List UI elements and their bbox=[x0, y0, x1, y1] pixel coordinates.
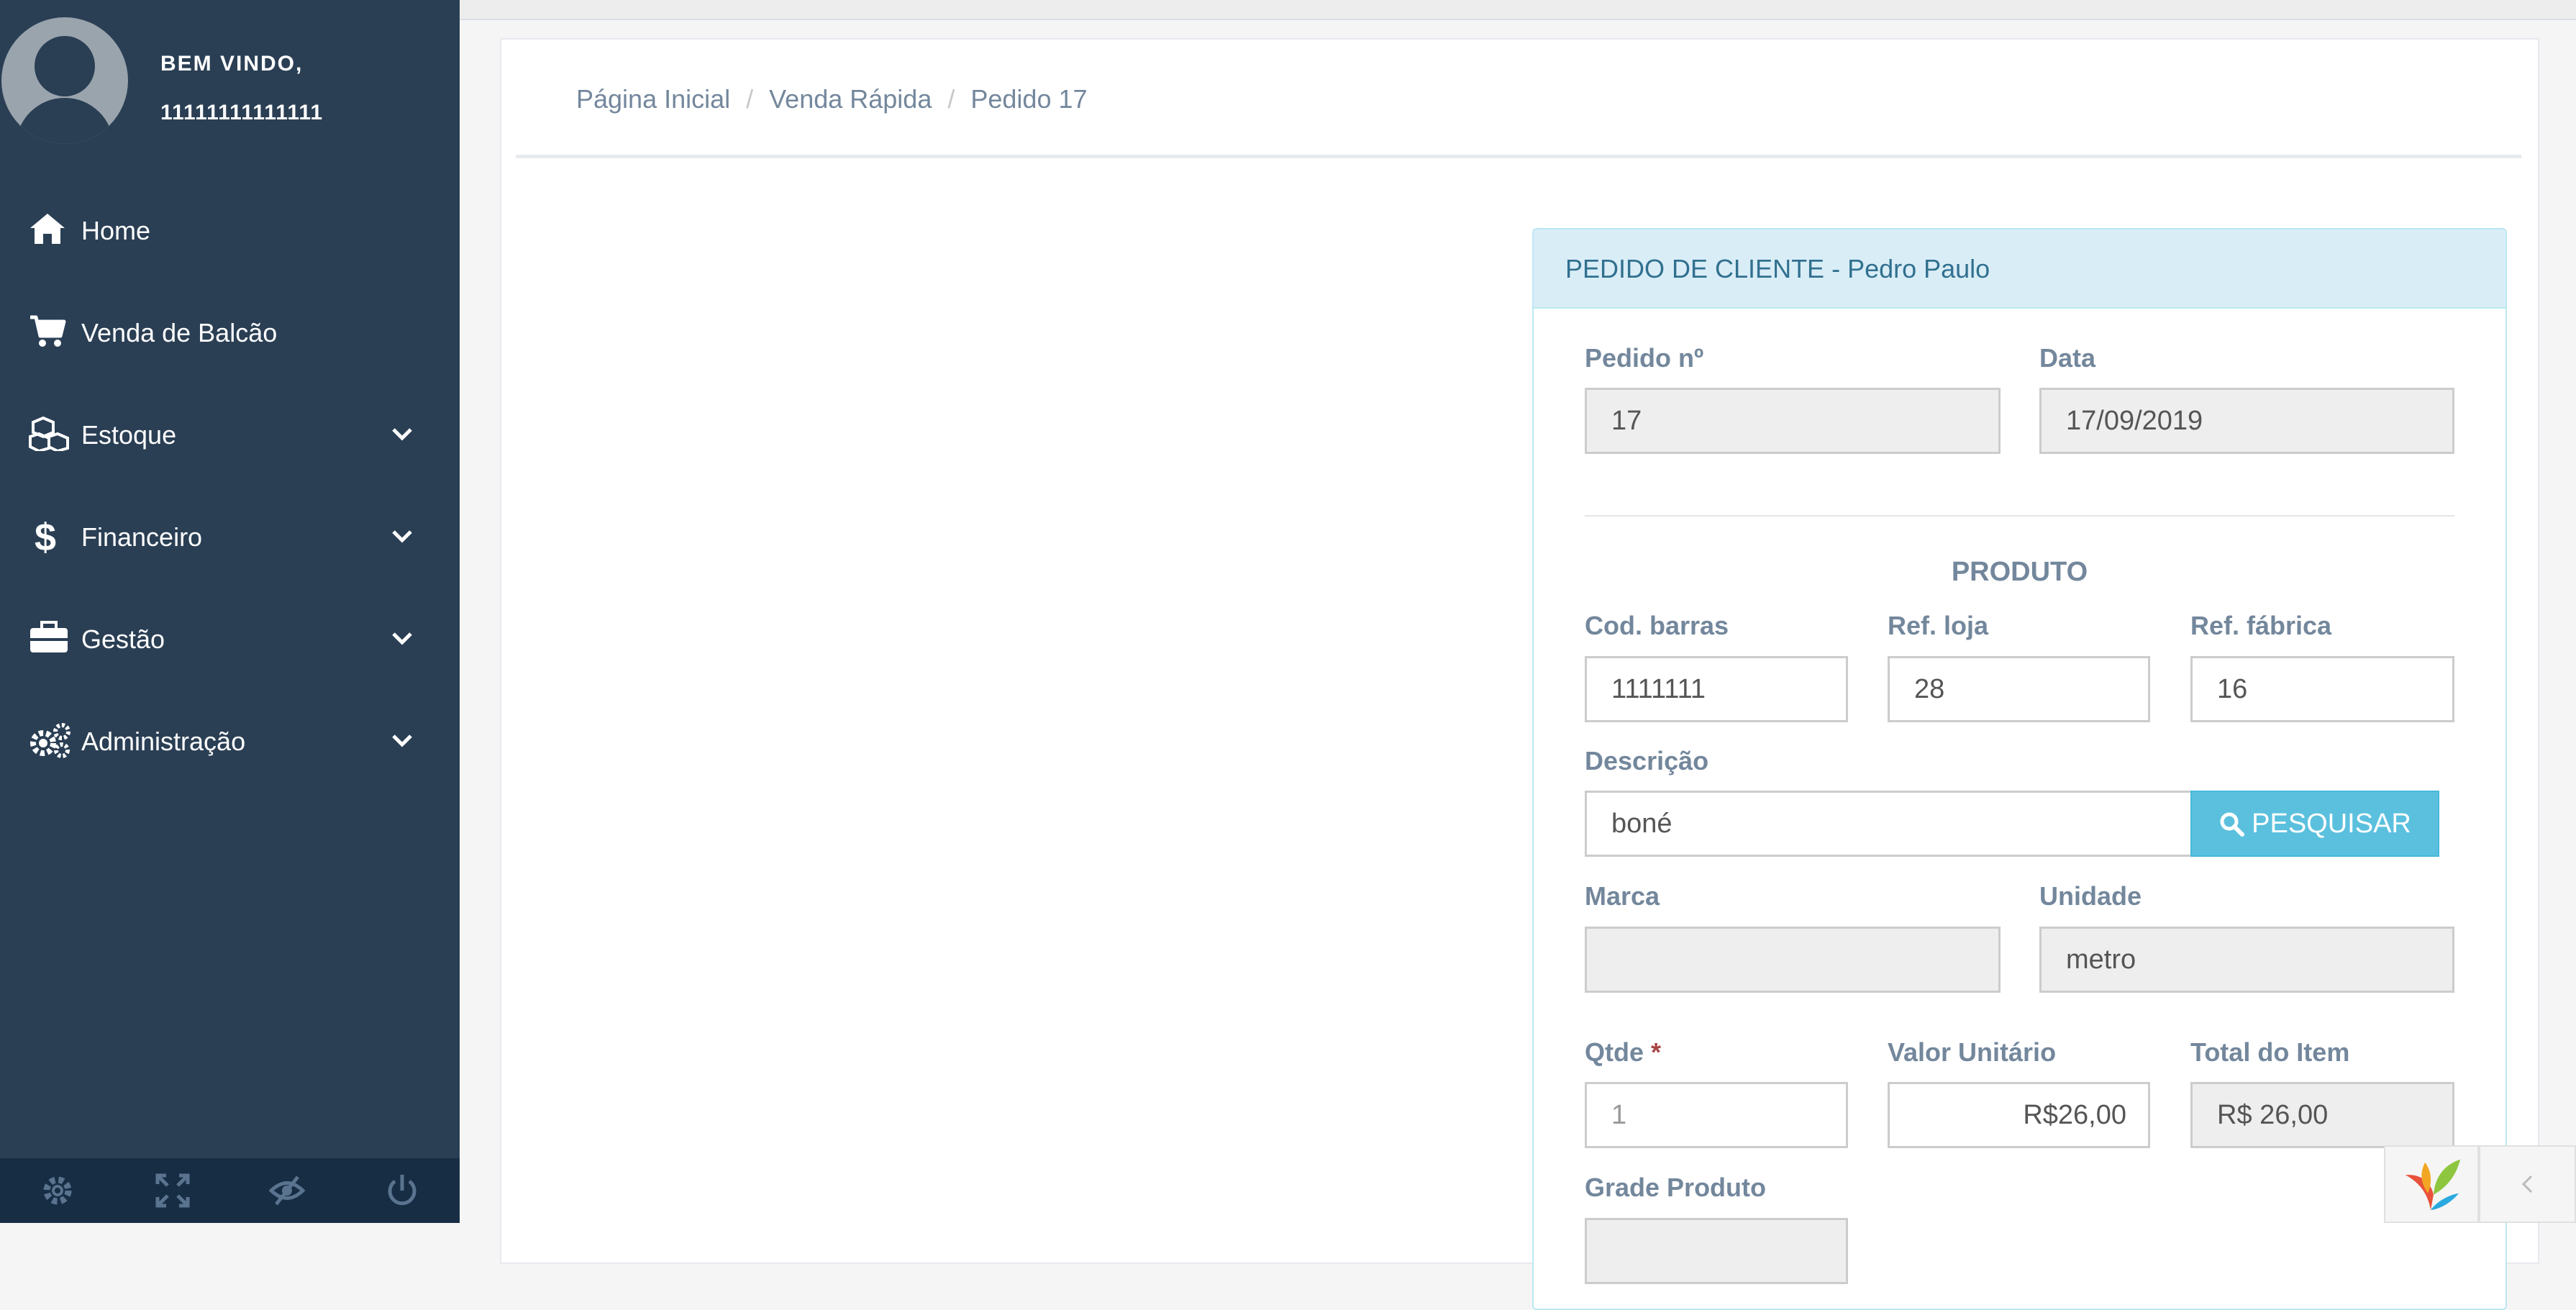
pedido-field[interactable]: 17 bbox=[1585, 388, 2001, 454]
gears-icon bbox=[29, 722, 70, 758]
sidebar-footer bbox=[0, 1158, 460, 1223]
svg-text:$: $ bbox=[35, 517, 56, 558]
briefcase-icon bbox=[29, 619, 68, 655]
data-field[interactable]: 17/09/2019 bbox=[2039, 388, 2454, 454]
settings-button[interactable] bbox=[0, 1158, 115, 1223]
total-item-label: Total do Item bbox=[2190, 1037, 2350, 1067]
valor-unitario-field[interactable]: R$26,00 bbox=[1888, 1082, 2150, 1148]
chevron-left-icon bbox=[2521, 1175, 2532, 1193]
power-icon bbox=[388, 1175, 417, 1206]
profile: BEM VINDO, 11111111111111 bbox=[0, 14, 460, 151]
marca-field[interactable] bbox=[1585, 927, 2001, 993]
home-icon bbox=[29, 211, 66, 247]
breadcrumb: Página Inicial / Venda Rápida / Pedido 17 bbox=[576, 84, 1088, 114]
sidebar-item-gestao[interactable]: Gestão bbox=[0, 588, 460, 691]
sidebar-item-administracao[interactable]: Administração bbox=[0, 691, 460, 793]
search-button-label: PESQUISAR bbox=[2252, 808, 2411, 839]
dollar-icon: $ bbox=[29, 516, 66, 559]
fullscreen-icon bbox=[155, 1173, 190, 1208]
sidebar: BEM VINDO, 11111111111111 Home Venda de … bbox=[0, 0, 460, 1223]
ref-loja-field[interactable]: 28 bbox=[1888, 656, 2150, 722]
yii-logo-icon bbox=[2405, 1159, 2461, 1211]
sidebar-item-label: Estoque bbox=[81, 420, 177, 450]
breadcrumb-venda-rapida[interactable]: Venda Rápida bbox=[769, 84, 932, 114]
sidebar-item-label: Venda de Balcão bbox=[81, 318, 278, 347]
chevron-down-icon bbox=[391, 629, 414, 648]
sidebar-item-estoque[interactable]: Estoque bbox=[0, 384, 460, 486]
order-card: PEDIDO DE CLIENTE - Pedro Paulo Pedido n… bbox=[1532, 228, 2507, 1310]
gear-icon bbox=[43, 1176, 72, 1205]
cod-barras-label: Cod. barras bbox=[1585, 611, 1729, 640]
cod-barras-field[interactable]: 1111111 bbox=[1585, 656, 1848, 722]
main-panel: Página Inicial / Venda Rápida / Pedido 17 PE… bbox=[500, 38, 2539, 1310]
grade-produto-label: Grade Produto bbox=[1585, 1173, 1767, 1202]
avatar bbox=[1, 17, 128, 144]
breadcrumb-separator: / bbox=[947, 84, 955, 114]
card-header: PEDIDO DE CLIENTE - Pedro Paulo bbox=[1534, 229, 2506, 309]
card-title: PEDIDO DE CLIENTE - Pedro Paulo bbox=[1565, 254, 1990, 283]
breadcrumb-separator: / bbox=[746, 84, 754, 114]
qtde-field[interactable]: 1 bbox=[1585, 1082, 1848, 1148]
sidebar-item-label: Administração bbox=[81, 727, 246, 756]
data-label: Data bbox=[2039, 343, 2096, 373]
cart-icon bbox=[29, 313, 66, 349]
yii-debug-toolbar-button[interactable] bbox=[2384, 1145, 2479, 1223]
lock-screen-button[interactable] bbox=[230, 1158, 345, 1223]
search-button[interactable]: PESQUISAR bbox=[2190, 791, 2439, 857]
sidebar-item-label: Home bbox=[81, 216, 151, 245]
top-bar bbox=[460, 0, 2576, 20]
sidebar-item-label: Financeiro bbox=[81, 522, 203, 552]
valor-unitario-label: Valor Unitário bbox=[1888, 1037, 2057, 1067]
chevron-down-icon bbox=[391, 732, 414, 750]
username: 11111111111111 bbox=[160, 101, 324, 124]
sidebar-item-home[interactable]: Home bbox=[0, 180, 460, 282]
qtde-label: Qtde * bbox=[1585, 1037, 1662, 1067]
pedido-label: Pedido nº bbox=[1585, 343, 1704, 373]
breadcrumb-home[interactable]: Página Inicial bbox=[576, 84, 730, 114]
ref-loja-label: Ref. loja bbox=[1888, 611, 1989, 640]
ref-fabrica-field[interactable]: 16 bbox=[2190, 656, 2454, 722]
total-item-field[interactable]: R$ 26,00 bbox=[2190, 1082, 2454, 1148]
collapse-toggle[interactable] bbox=[2479, 1145, 2576, 1223]
divider bbox=[516, 155, 2521, 158]
sidebar-nav: Home Venda de Balcão Estoque $ Financeir… bbox=[0, 180, 460, 793]
chevron-down-icon bbox=[391, 527, 414, 546]
descricao-label: Descrição bbox=[1585, 746, 1709, 775]
descricao-field[interactable]: boné bbox=[1585, 791, 2193, 857]
sidebar-item-financeiro[interactable]: $ Financeiro bbox=[0, 486, 460, 588]
section-title: PRODUTO bbox=[1951, 557, 2088, 587]
fullscreen-button[interactable] bbox=[115, 1158, 230, 1223]
marca-label: Marca bbox=[1585, 881, 1660, 911]
sidebar-item-venda-balcao[interactable]: Venda de Balcão bbox=[0, 282, 460, 384]
ref-fabrica-label: Ref. fábrica bbox=[2190, 611, 2332, 640]
grade-produto-field[interactable] bbox=[1585, 1218, 1848, 1284]
welcome-text: BEM VINDO, bbox=[160, 52, 304, 76]
required-asterisk: * bbox=[1651, 1037, 1662, 1067]
eye-slash-icon bbox=[269, 1175, 306, 1206]
chevron-down-icon bbox=[391, 425, 414, 444]
logout-button[interactable] bbox=[345, 1158, 460, 1223]
search-icon bbox=[2220, 812, 2245, 837]
cubes-icon bbox=[29, 415, 69, 453]
breadcrumb-current: Pedido 17 bbox=[970, 84, 1088, 114]
unidade-label: Unidade bbox=[2039, 881, 2142, 911]
unidade-field[interactable]: metro bbox=[2039, 927, 2454, 993]
section-divider bbox=[1585, 515, 2454, 517]
sidebar-item-label: Gestão bbox=[81, 624, 165, 654]
